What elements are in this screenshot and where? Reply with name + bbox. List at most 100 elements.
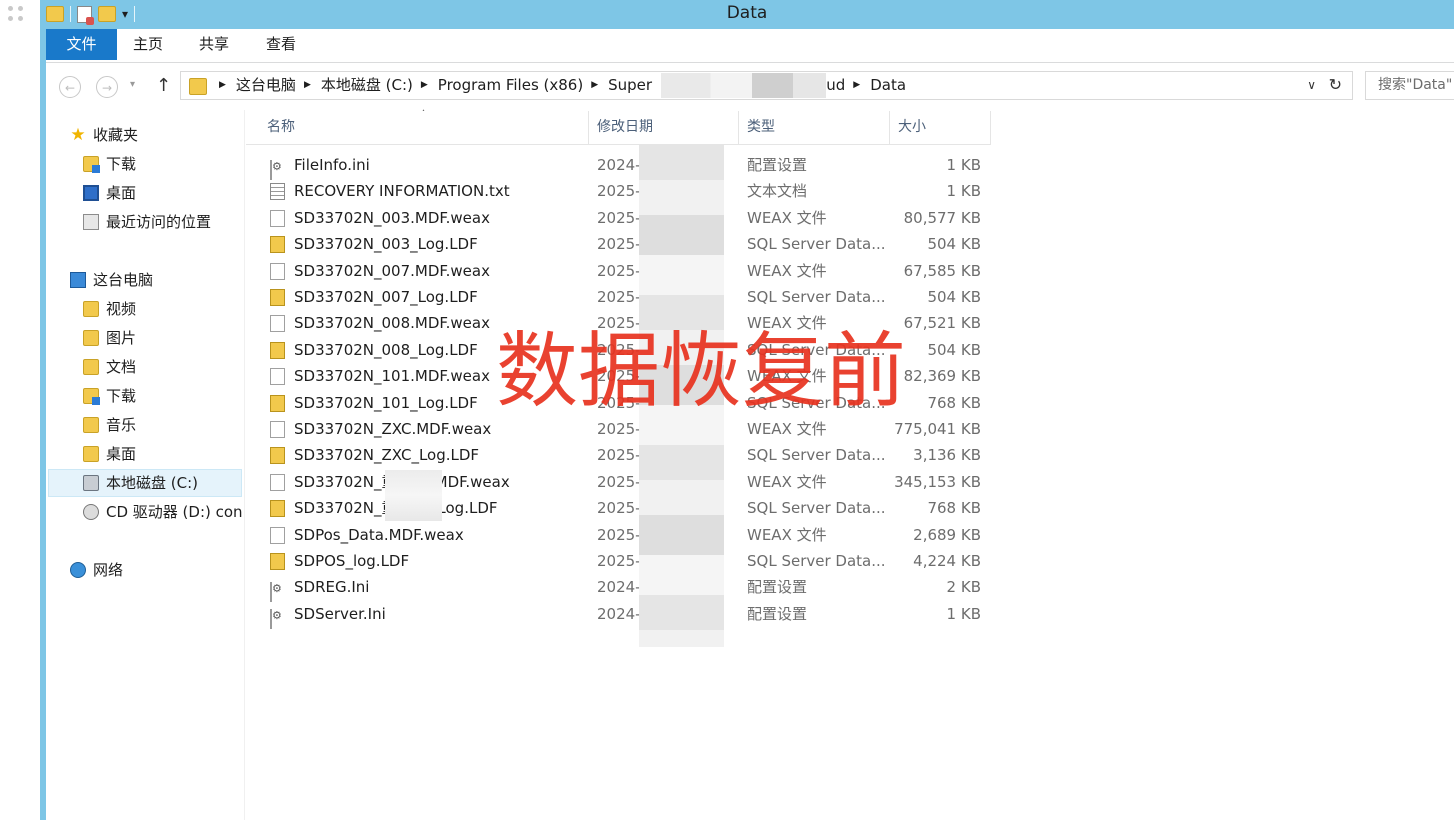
nav-label: 网络 bbox=[93, 561, 124, 579]
blank-file-icon bbox=[270, 315, 285, 333]
chevron-down-icon[interactable]: ∨ bbox=[1307, 78, 1316, 92]
file-type: SQL Server Data... bbox=[747, 446, 885, 465]
file-name: SDPOS_log.LDF bbox=[294, 552, 410, 570]
hard-drive-icon bbox=[83, 475, 99, 491]
watermark-text: 数据恢复前 bbox=[496, 324, 907, 419]
back-button[interactable]: ← bbox=[59, 76, 81, 98]
nav-item-recent-places[interactable]: 最近访问的位置 bbox=[83, 209, 211, 235]
ini-file-icon bbox=[270, 160, 272, 180]
column-header-name[interactable]: 名称 bbox=[246, 111, 589, 144]
blank-file-icon bbox=[270, 421, 285, 438]
blank-file-icon bbox=[270, 209, 285, 227]
breadcrumb-arrow-icon[interactable]: ▶ bbox=[421, 72, 428, 99]
nav-item-desktop[interactable]: 桌面 bbox=[83, 441, 136, 467]
breadcrumb-arrow-icon[interactable]: ▶ bbox=[591, 72, 598, 99]
breadcrumb-local-disk[interactable]: 本地磁盘 (C:) bbox=[321, 72, 413, 99]
blank-file-icon bbox=[270, 368, 285, 386]
tab-home[interactable]: 主页 bbox=[133, 29, 163, 60]
nav-label: 本地磁盘 (C:) bbox=[106, 474, 198, 492]
table-row[interactable]: SD33702N_003.MDF.weax 2025- WEAX 文件 80,577 … bbox=[246, 205, 991, 231]
desktop-icon bbox=[83, 185, 99, 201]
breadcrumb-this-pc[interactable]: 这台电脑 bbox=[236, 72, 296, 99]
sql-data-file-icon bbox=[270, 289, 285, 306]
file-size: 504 KB bbox=[927, 235, 981, 254]
tab-view[interactable]: 查看 bbox=[266, 29, 296, 60]
nav-this-pc[interactable]: 这台电脑 bbox=[70, 267, 153, 293]
recent-locations-dropdown[interactable]: ▾ bbox=[130, 79, 135, 90]
text-file-icon bbox=[270, 183, 285, 201]
column-header-type[interactable]: 类型 bbox=[739, 111, 890, 144]
sql-data-file-icon bbox=[270, 500, 285, 518]
tab-share[interactable]: 共享 bbox=[199, 29, 229, 60]
ini-file-icon bbox=[270, 608, 272, 629]
table-row[interactable]: SD33702N_003_Log.LDF 2025- SQL Server Data… bbox=[246, 231, 991, 257]
redacted-path-segment bbox=[661, 73, 826, 98]
file-type: WEAX 文件 bbox=[747, 261, 827, 280]
folder-icon bbox=[189, 78, 207, 95]
cd-drive-icon bbox=[83, 504, 99, 520]
table-row[interactable]: SD33702N_重 001.MDF.weax 2025- WEAX 文件 345,1… bbox=[246, 469, 991, 495]
nav-network[interactable]: 网络 bbox=[70, 557, 123, 583]
nav-item-local-disk[interactable]: 本地磁盘 (C:) bbox=[83, 470, 198, 496]
table-row[interactable]: SD33702N_007_Log.LDF 2025- SQL Server Data… bbox=[246, 284, 991, 310]
breadcrumb-super[interactable]: Super bbox=[608, 72, 652, 99]
file-size: 2 KB bbox=[946, 578, 981, 597]
file-size: 3,136 KB bbox=[913, 446, 981, 465]
file-type: SQL Server Data... bbox=[747, 288, 885, 306]
nav-item-music[interactable]: 音乐 bbox=[83, 412, 136, 438]
ini-file-icon bbox=[270, 582, 272, 603]
forward-button[interactable]: → bbox=[96, 76, 118, 98]
table-row[interactable]: SDREG.Ini2024-配置设置2 KB bbox=[246, 574, 991, 603]
nav-label: 桌面 bbox=[106, 184, 137, 202]
nav-item-documents[interactable]: 文档 bbox=[83, 354, 136, 380]
network-icon bbox=[70, 562, 86, 578]
table-row[interactable]: SD33702N_ZXC_Log.LDF 2025- SQL Server Data… bbox=[246, 442, 991, 468]
table-row[interactable]: SD33702N_重 001_Log.LDF 2025- SQL Server Da… bbox=[246, 495, 991, 521]
file-type: SQL Server Data... bbox=[747, 499, 885, 518]
title-bar[interactable]: ▾ Data bbox=[40, 0, 1454, 29]
table-row[interactable]: RECOVERY INFORMATION.txt 2025- 文本文档 1 KB bbox=[246, 178, 991, 204]
table-row[interactable]: SD33702N_007.MDF.weax 2025- WEAX 文件 67,585 … bbox=[246, 258, 991, 284]
sql-data-file-icon bbox=[270, 394, 285, 412]
file-name: SD33702N_007.MDF.weax bbox=[294, 261, 490, 280]
drag-handle-icon[interactable] bbox=[8, 6, 26, 24]
table-row[interactable]: SDServer.Ini2024-配置设置1 KB bbox=[246, 601, 991, 629]
column-header-size[interactable]: 大小 bbox=[890, 111, 991, 144]
file-size: 4,224 KB bbox=[913, 552, 981, 570]
nav-item-pictures[interactable]: 图片 bbox=[83, 325, 136, 351]
nav-label: 音乐 bbox=[106, 416, 137, 434]
redacted-filename-segment bbox=[385, 470, 442, 521]
breadcrumb-arrow-icon[interactable]: ▶ bbox=[304, 72, 311, 99]
nav-label: CD 驱动器 (D:) con bbox=[106, 503, 243, 521]
address-bar[interactable]: ▶ 这台电脑 ▶ 本地磁盘 (C:) ▶ Program Files (x86)… bbox=[180, 71, 1353, 100]
search-input[interactable]: 搜索"Data" bbox=[1365, 71, 1454, 100]
breadcrumb-arrow-icon[interactable]: ▶ bbox=[853, 72, 860, 99]
nav-item-cd-drive[interactable]: CD 驱动器 (D:) con bbox=[83, 499, 243, 525]
nav-label: 图片 bbox=[106, 329, 137, 347]
window-title: Data bbox=[726, 3, 768, 23]
blank-file-icon bbox=[270, 262, 285, 280]
tab-file[interactable]: 文件 bbox=[46, 29, 117, 60]
breadcrumb-arrow-icon[interactable]: ▶ bbox=[219, 72, 226, 99]
nav-item-downloads-fav[interactable]: 下载 bbox=[83, 151, 136, 177]
nav-item-desktop-fav[interactable]: 桌面 bbox=[83, 180, 136, 206]
refresh-icon[interactable]: ↻ bbox=[1329, 75, 1342, 94]
up-button[interactable]: ↑ bbox=[156, 75, 171, 96]
breadcrumb-data[interactable]: Data bbox=[870, 72, 906, 99]
table-row[interactable]: SDPOS_log.LDF 2025- SQL Server Data... 4,22… bbox=[246, 548, 991, 574]
nav-item-downloads[interactable]: 下载 bbox=[83, 383, 136, 409]
nav-favorites[interactable]: ★ 收藏夹 bbox=[70, 122, 138, 148]
file-type: 文本文档 bbox=[747, 182, 808, 201]
nav-label: 收藏夹 bbox=[93, 126, 139, 144]
nav-label: 桌面 bbox=[106, 445, 137, 463]
sql-data-file-icon bbox=[270, 341, 285, 359]
table-row[interactable]: SDPos_Data.MDF.weax 2025- WEAX 文件 2,689 KB bbox=[246, 522, 991, 548]
table-row[interactable]: FileInfo.ini2024-配置设置1 KB bbox=[246, 152, 991, 180]
file-name: SD33702N_007_Log.LDF bbox=[294, 288, 478, 306]
nav-label: 这台电脑 bbox=[93, 271, 154, 289]
nav-label: 最近访问的位置 bbox=[106, 213, 212, 231]
file-name: SD33702N_003_Log.LDF bbox=[294, 235, 478, 254]
breadcrumb-program-files[interactable]: Program Files (x86) bbox=[438, 72, 583, 99]
nav-item-videos[interactable]: 视频 bbox=[83, 296, 136, 322]
column-header-date[interactable]: 修改日期 bbox=[589, 111, 739, 144]
